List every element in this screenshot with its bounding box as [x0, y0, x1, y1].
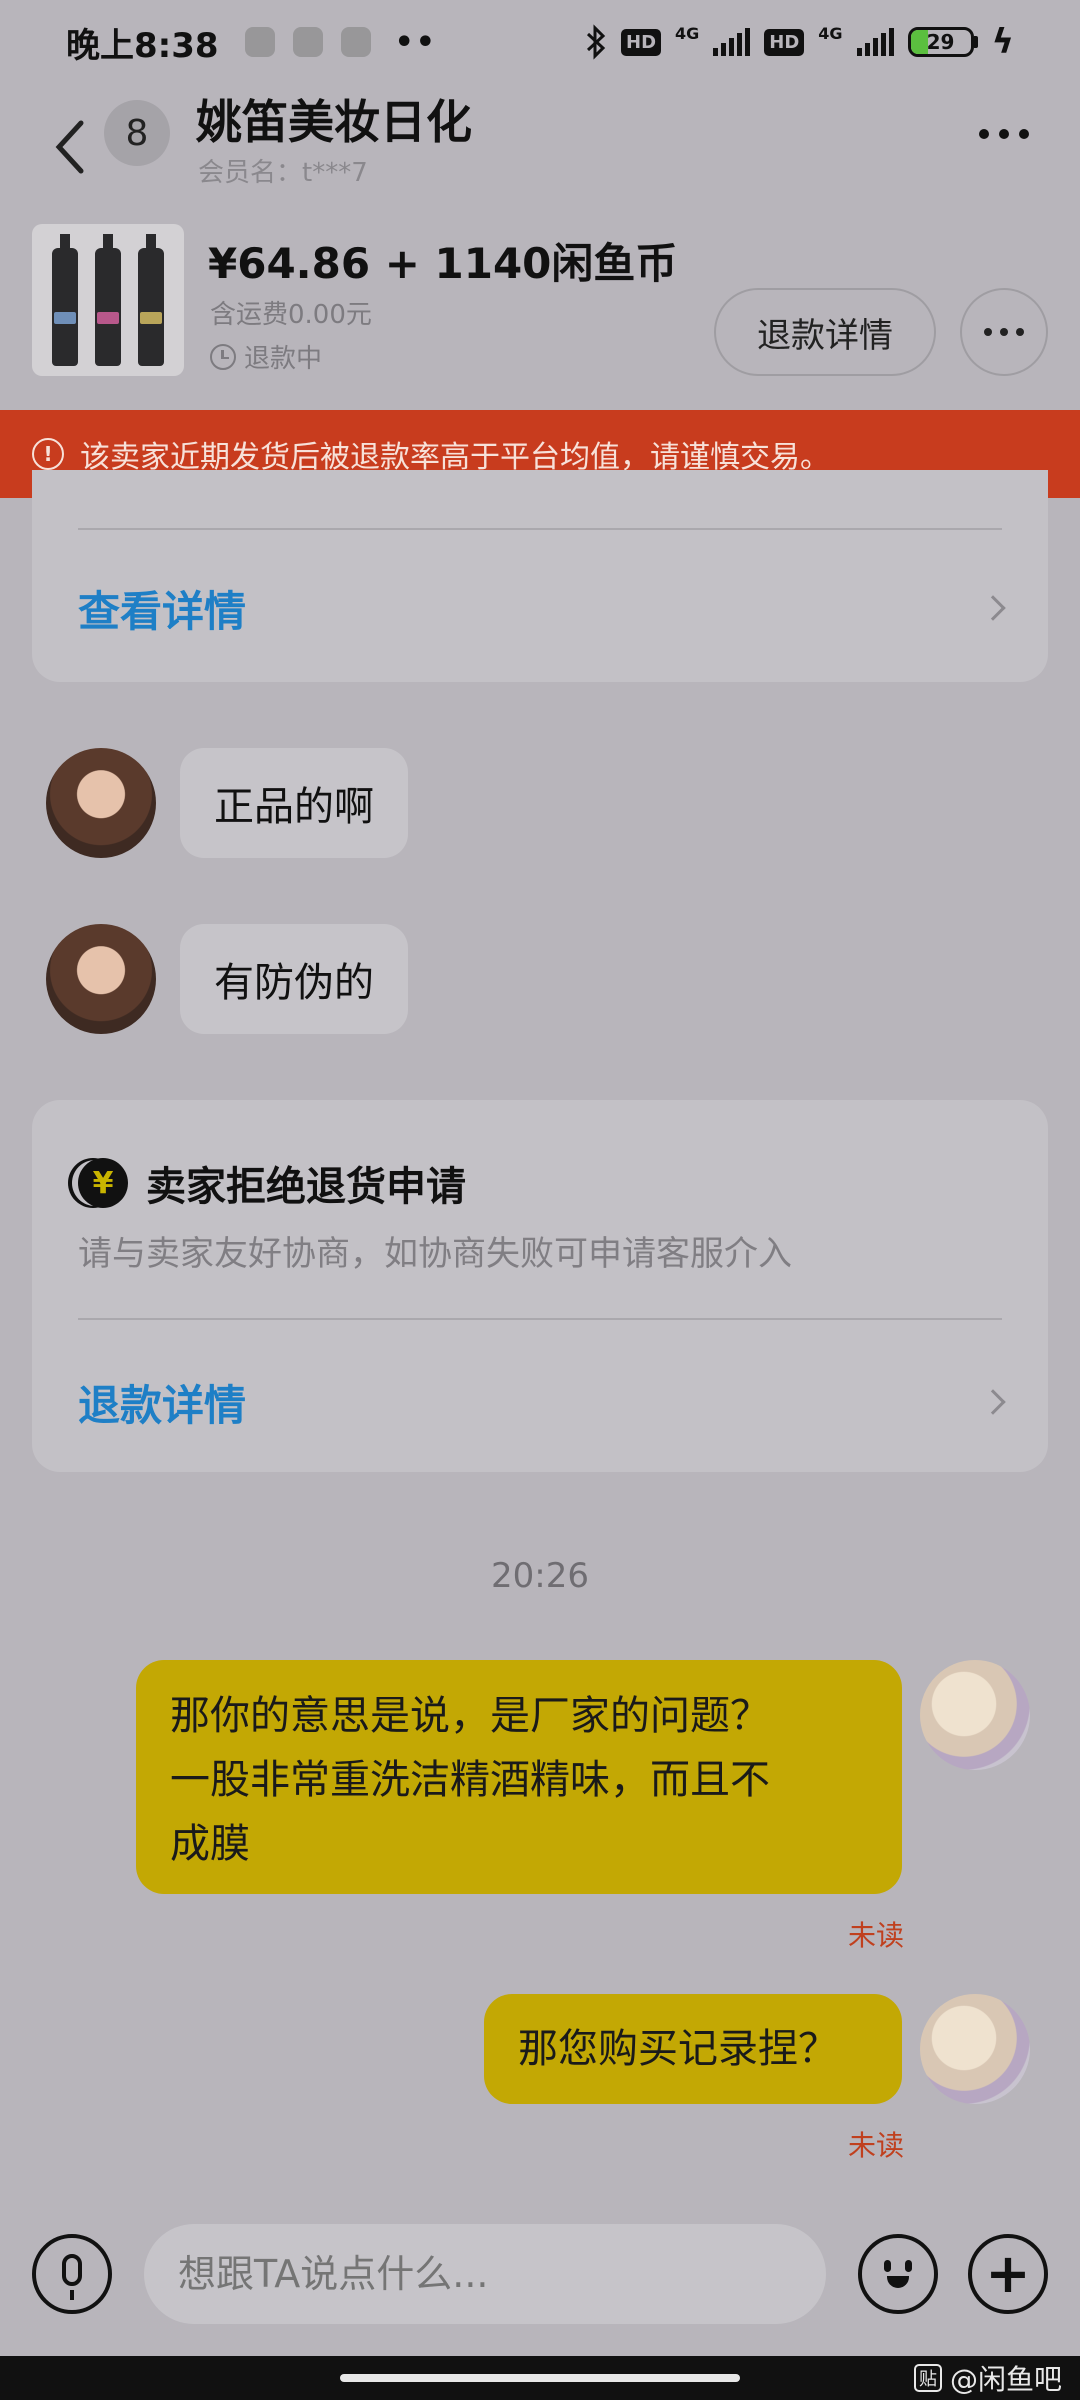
- more-dot-icon: [984, 328, 992, 336]
- chevron-left-icon: [55, 120, 84, 174]
- more-dot-icon: [1019, 129, 1029, 139]
- refund-details-link[interactable]: 退款详情: [78, 1362, 1006, 1442]
- more-dot-icon: [1016, 328, 1024, 336]
- notification-app-icon: [292, 27, 323, 57]
- page-title: 姚笛美妆日化: [196, 95, 472, 149]
- clock-icon: [210, 343, 236, 370]
- message-line: 那您购买记录捏？: [518, 2026, 838, 2072]
- refund-status-text: 退款中: [244, 344, 323, 374]
- bluetooth-icon: [586, 24, 606, 60]
- card-divider: [78, 1318, 1002, 1320]
- status-time: 晚上8:38: [66, 25, 219, 66]
- bottle-label: [139, 312, 162, 324]
- message-bubble[interactable]: 正品的啊: [180, 748, 408, 858]
- battery-level: 29: [926, 30, 955, 54]
- avatar[interactable]: [46, 748, 156, 858]
- add-attachment-button[interactable]: +: [968, 2234, 1048, 2314]
- system-card-title: ¥ 卖家拒绝退货申请: [78, 1154, 466, 1212]
- view-details-label: 查看详情: [78, 586, 247, 636]
- product-more-button[interactable]: [960, 288, 1048, 376]
- message-input-bar: +: [0, 2212, 1080, 2348]
- notification-app-icon: [244, 27, 275, 57]
- member-name: 会员名：t***7: [198, 158, 368, 188]
- more-options-button[interactable]: [964, 104, 1044, 164]
- plus-icon: +: [985, 2242, 1031, 2305]
- notification-icons: ••: [244, 24, 437, 60]
- product-thumbnail[interactable]: [32, 224, 184, 376]
- network-type: 4G: [818, 23, 843, 43]
- signal-strength-icon: [713, 28, 751, 56]
- emoji-face-icon: [878, 2254, 918, 2294]
- network-type: 4G: [675, 23, 700, 43]
- unread-count-badge[interactable]: 8: [104, 100, 170, 166]
- system-card-subtitle: 请与卖家友好协商，如协商失败可申请客服介入: [78, 1234, 792, 1274]
- product-bottle-image: [52, 234, 79, 366]
- view-details-link[interactable]: 查看详情: [78, 568, 1006, 648]
- charging-icon: ϟ: [991, 22, 1014, 62]
- chevron-right-icon: [980, 595, 1006, 621]
- card-divider: [78, 528, 1002, 530]
- hd-volte-icon: HD: [764, 28, 805, 56]
- product-bottle-image: [94, 234, 121, 366]
- order-info-card: 查看详情: [32, 470, 1048, 682]
- outgoing-message-bubble[interactable]: 那您购买记录捏？: [484, 1994, 902, 2104]
- message-timestamp: 20:26: [491, 1556, 589, 1596]
- status-bar: 晚上8:38 •• HD 4G HD 4G 29 ϟ: [0, 0, 1080, 84]
- watermark-text: @闲鱼吧: [949, 2363, 1062, 2396]
- chevron-right-icon: [980, 1389, 1006, 1415]
- battery-fill: [910, 30, 928, 54]
- refund-details-label: 退款详情: [78, 1380, 247, 1430]
- system-card-title-text: 卖家拒绝退货申请: [146, 1164, 466, 1210]
- refund-details-button[interactable]: 退款详情: [714, 288, 936, 376]
- incoming-message: 正品的啊: [46, 748, 408, 858]
- message-input[interactable]: [144, 2224, 826, 2324]
- avatar[interactable]: [46, 924, 156, 1034]
- watermark-badge: 贴: [913, 2364, 942, 2392]
- more-dot-icon: [979, 129, 989, 139]
- shipping-fee: 含运费0.00元: [210, 300, 372, 330]
- more-dot-icon: [1000, 328, 1008, 336]
- refund-rejected-card: ¥ 卖家拒绝退货申请 请与卖家友好协商，如协商失败可申请客服介入 退款详情: [32, 1100, 1048, 1472]
- message-line: 一股非常重洗洁精酒精味，而且不: [170, 1757, 770, 1803]
- home-indicator[interactable]: [340, 2374, 740, 2382]
- battery-icon: 29: [907, 27, 978, 57]
- refund-status: 退款中: [210, 338, 322, 375]
- refund-yen-icon: ¥: [78, 1158, 128, 1208]
- outgoing-message-bubble[interactable]: 那你的意思是说，是厂家的问题？ 一股非常重洗洁精酒精味，而且不 成膜: [136, 1660, 902, 1894]
- message-line: 那你的意思是说，是厂家的问题？: [170, 1693, 770, 1739]
- more-dot-icon: [999, 129, 1009, 139]
- voice-input-button[interactable]: [32, 2234, 112, 2314]
- more-notifications-indicator: ••: [394, 24, 437, 60]
- product-summary[interactable]: ¥64.86 + 1140闲鱼币 含运费0.00元 退款中 退款详情: [0, 214, 1080, 410]
- bottle-label: [54, 312, 77, 324]
- warning-icon: !: [32, 438, 64, 470]
- back-button[interactable]: [40, 102, 100, 192]
- avatar[interactable]: [920, 1994, 1030, 2104]
- microphone-icon: [62, 2254, 82, 2300]
- message-line: 成膜: [170, 1821, 250, 1867]
- read-status: 未读: [848, 2129, 905, 2162]
- incoming-message: 有防伪的: [46, 924, 408, 1034]
- message-bubble[interactable]: 有防伪的: [180, 924, 408, 1034]
- read-status: 未读: [848, 1919, 905, 1952]
- signal-strength-icon: [856, 28, 894, 56]
- watermark: 贴 @闲鱼吧: [913, 2358, 1062, 2398]
- product-price: ¥64.86 + 1140闲鱼币: [208, 239, 678, 288]
- system-indicators: HD 4G HD 4G 29 ϟ: [585, 22, 1014, 62]
- notification-app-icon: [340, 27, 371, 57]
- bottle-label: [96, 312, 119, 324]
- hd-volte-icon: HD: [621, 28, 662, 56]
- avatar[interactable]: [920, 1660, 1030, 1770]
- product-bottle-image: [137, 234, 164, 366]
- emoji-button[interactable]: [858, 2234, 938, 2314]
- chat-header: 8 姚笛美妆日化 会员名：t***7: [0, 84, 1080, 214]
